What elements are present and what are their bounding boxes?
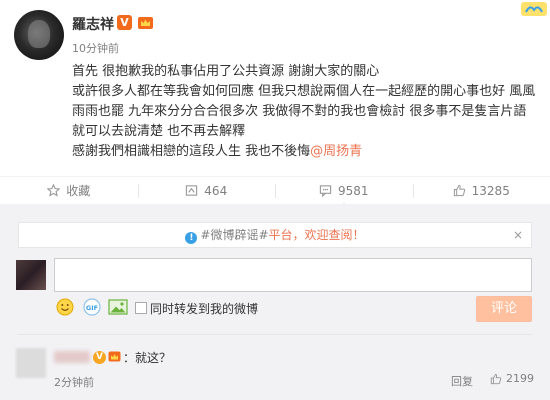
forward-checkbox[interactable]: [135, 302, 147, 314]
gif-label: GIF: [86, 304, 98, 312]
vip-badge-icon: V: [93, 351, 106, 364]
submit-comment-button[interactable]: 评论: [476, 296, 532, 322]
divider: [18, 334, 532, 335]
vip-crown-icon[interactable]: [137, 14, 154, 30]
comment-icon: [319, 185, 332, 197]
post-timestamp[interactable]: 10分钟前: [72, 40, 119, 56]
post-line: 首先 很抱歉我的私事佔用了公共資源 謝謝大家的關心: [72, 64, 380, 79]
repost-button[interactable]: 464: [137, 177, 276, 204]
notice-prefix: #微博辟谣#: [200, 228, 269, 242]
post-line: 或許很多人都在等我會如何回應 但我只想說兩個人在一起經歷的開心事也好 風風: [72, 84, 536, 99]
comment-text: ：就这？: [123, 351, 172, 365]
like-count: 13285: [471, 183, 510, 198]
info-icon: !: [185, 232, 198, 244]
post-content: 首先 很抱歉我的私事佔用了公共資源 謝謝大家的關心 或許很多人都在等我會如何回應…: [72, 62, 542, 162]
repost-count: 464: [204, 183, 228, 198]
gif-icon[interactable]: GIF: [83, 298, 101, 316]
post-line: 就可以去說清楚 也不再去解釋: [72, 124, 246, 139]
comment-like-button[interactable]: 2199: [490, 372, 534, 385]
post-line: 雨雨也罷 九年來分分合合很多次 我做得不對的我也會檢討 很多事不是隻言片語: [72, 104, 527, 119]
user-avatar[interactable]: [14, 10, 64, 60]
comment-timestamp: 2分钟前: [54, 376, 94, 389]
weibo-post: 羅志祥 V 10分钟前 首先 很抱歉我的私事佔用了公共資源 謝謝大家的關心 或許…: [0, 0, 550, 170]
comment-like-count: 2199: [506, 372, 534, 385]
forward-label[interactable]: 同时转发到我的微博: [150, 300, 258, 317]
thumbs-up-icon: [453, 184, 465, 197]
close-icon[interactable]: ×: [513, 223, 523, 247]
image-icon[interactable]: [108, 298, 128, 316]
comment-panel: ! #微博辟谣#平台，欢迎查阅！ × GIF 同时转发到我的微博 评论 V ：就这…: [0, 204, 550, 400]
comment-input[interactable]: [54, 258, 532, 292]
comment-count: 9581: [337, 183, 369, 198]
mention-link[interactable]: @周扬青: [310, 144, 362, 159]
rumor-notice[interactable]: ! #微博辟谣#平台，欢迎查阅！ ×: [18, 222, 532, 248]
post-line: 感謝我們相識相戀的這段人生 我也不後悔@周扬青: [72, 142, 542, 162]
favorite-label: 收藏: [66, 184, 91, 198]
thumbs-up-icon: [490, 373, 502, 384]
username[interactable]: 羅志祥: [72, 14, 114, 34]
star-icon: [47, 184, 61, 197]
post-line-text: 感謝我們相識相戀的這段人生 我也不後悔: [72, 144, 311, 159]
like-button[interactable]: 13285: [412, 177, 550, 204]
repost-icon: [186, 185, 198, 196]
hot-badge-icon: [521, 2, 547, 16]
crown-icon: [108, 351, 121, 362]
emoji-icon[interactable]: [56, 298, 74, 316]
current-user-avatar[interactable]: [16, 260, 46, 290]
action-bar: 收藏 464 9581 13285: [0, 176, 550, 208]
reply-link[interactable]: 回复: [451, 373, 473, 389]
favorite-button[interactable]: 收藏: [0, 177, 138, 204]
commenter-name-blurred[interactable]: [54, 351, 90, 363]
commenter-avatar[interactable]: [16, 348, 46, 378]
notice-link[interactable]: 平台，欢迎查阅！: [269, 228, 365, 242]
verified-icon: V: [117, 15, 132, 30]
comment-button[interactable]: 9581: [275, 177, 413, 208]
